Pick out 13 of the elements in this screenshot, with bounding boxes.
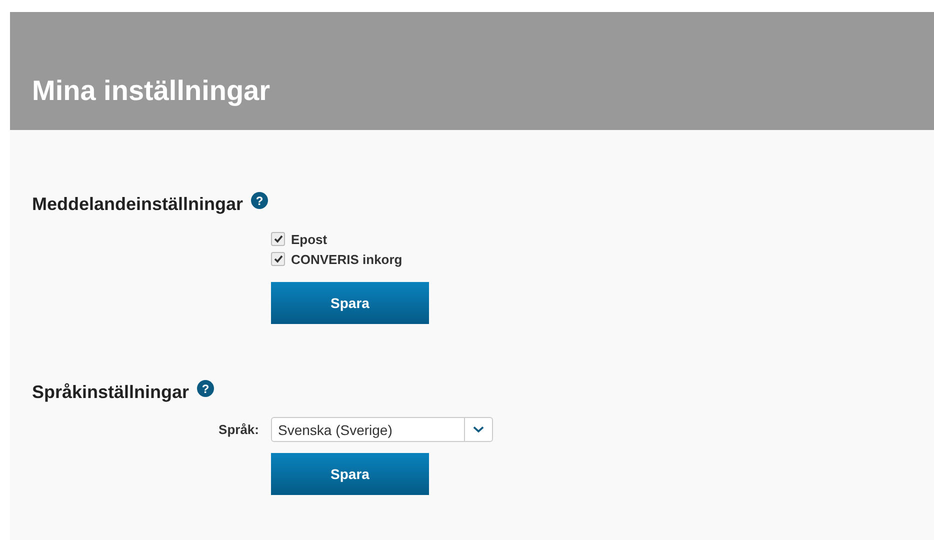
help-icon[interactable]: ? [197,380,214,397]
help-icon[interactable]: ? [251,192,268,209]
save-button[interactable]: Spara [271,282,429,324]
page-title: Mina inställningar [32,75,270,107]
language-select[interactable]: Svenska (Sverige) [271,417,493,442]
checkbox[interactable] [271,232,285,246]
save-button[interactable]: Spara [271,453,429,495]
checkbox-label: CONVERIS inkorg [291,252,402,266]
section-title: Meddelandeinställningar [32,194,244,215]
section-title: Språkinställningar [32,382,190,403]
checkbox[interactable] [271,252,285,266]
checkbox-label: Epost [291,232,328,246]
field-label: Språk: [218,422,260,437]
